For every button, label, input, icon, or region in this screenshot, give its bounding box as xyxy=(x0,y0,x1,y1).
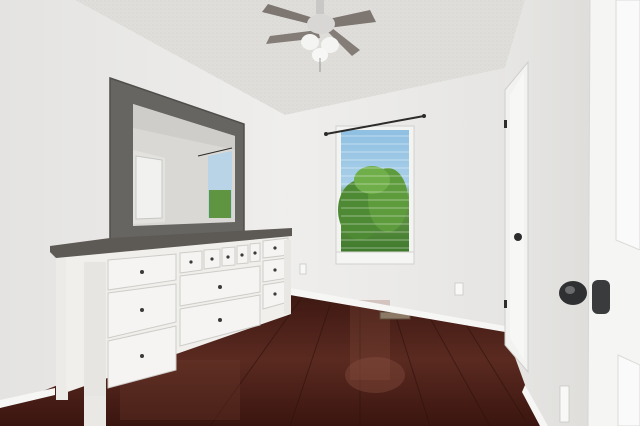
wall-outlet xyxy=(299,263,307,275)
wall-outlet xyxy=(559,385,570,423)
door-knob-small xyxy=(514,233,522,241)
room-photo xyxy=(0,0,640,426)
mirror-reflected-door xyxy=(135,155,163,220)
wall-outlet xyxy=(454,282,464,296)
window xyxy=(335,125,415,265)
room-illustration xyxy=(0,0,640,426)
closet-door xyxy=(504,60,529,374)
